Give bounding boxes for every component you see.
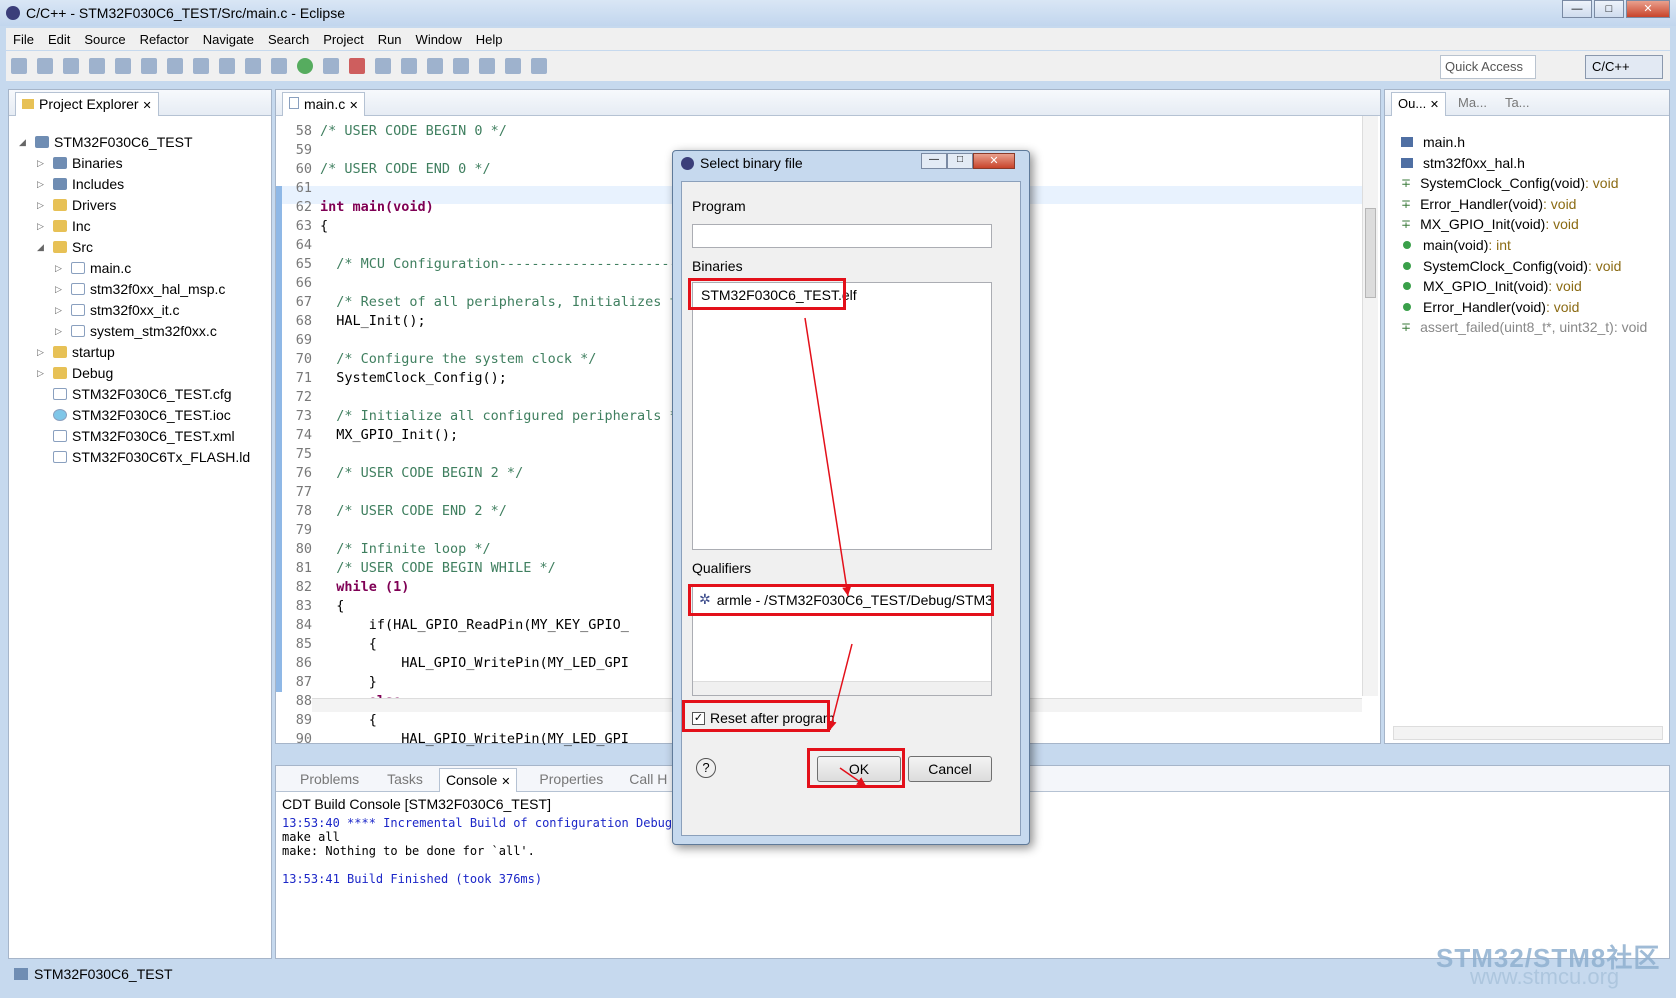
arrow-reset-to-ok <box>839 767 867 787</box>
annotation-arrows <box>804 317 867 787</box>
watermark-url: www.stmcu.org <box>1470 964 1620 989</box>
arrow-qualifier-to-reset <box>827 643 853 731</box>
arrow-binary-to-qualifier <box>804 317 852 597</box>
